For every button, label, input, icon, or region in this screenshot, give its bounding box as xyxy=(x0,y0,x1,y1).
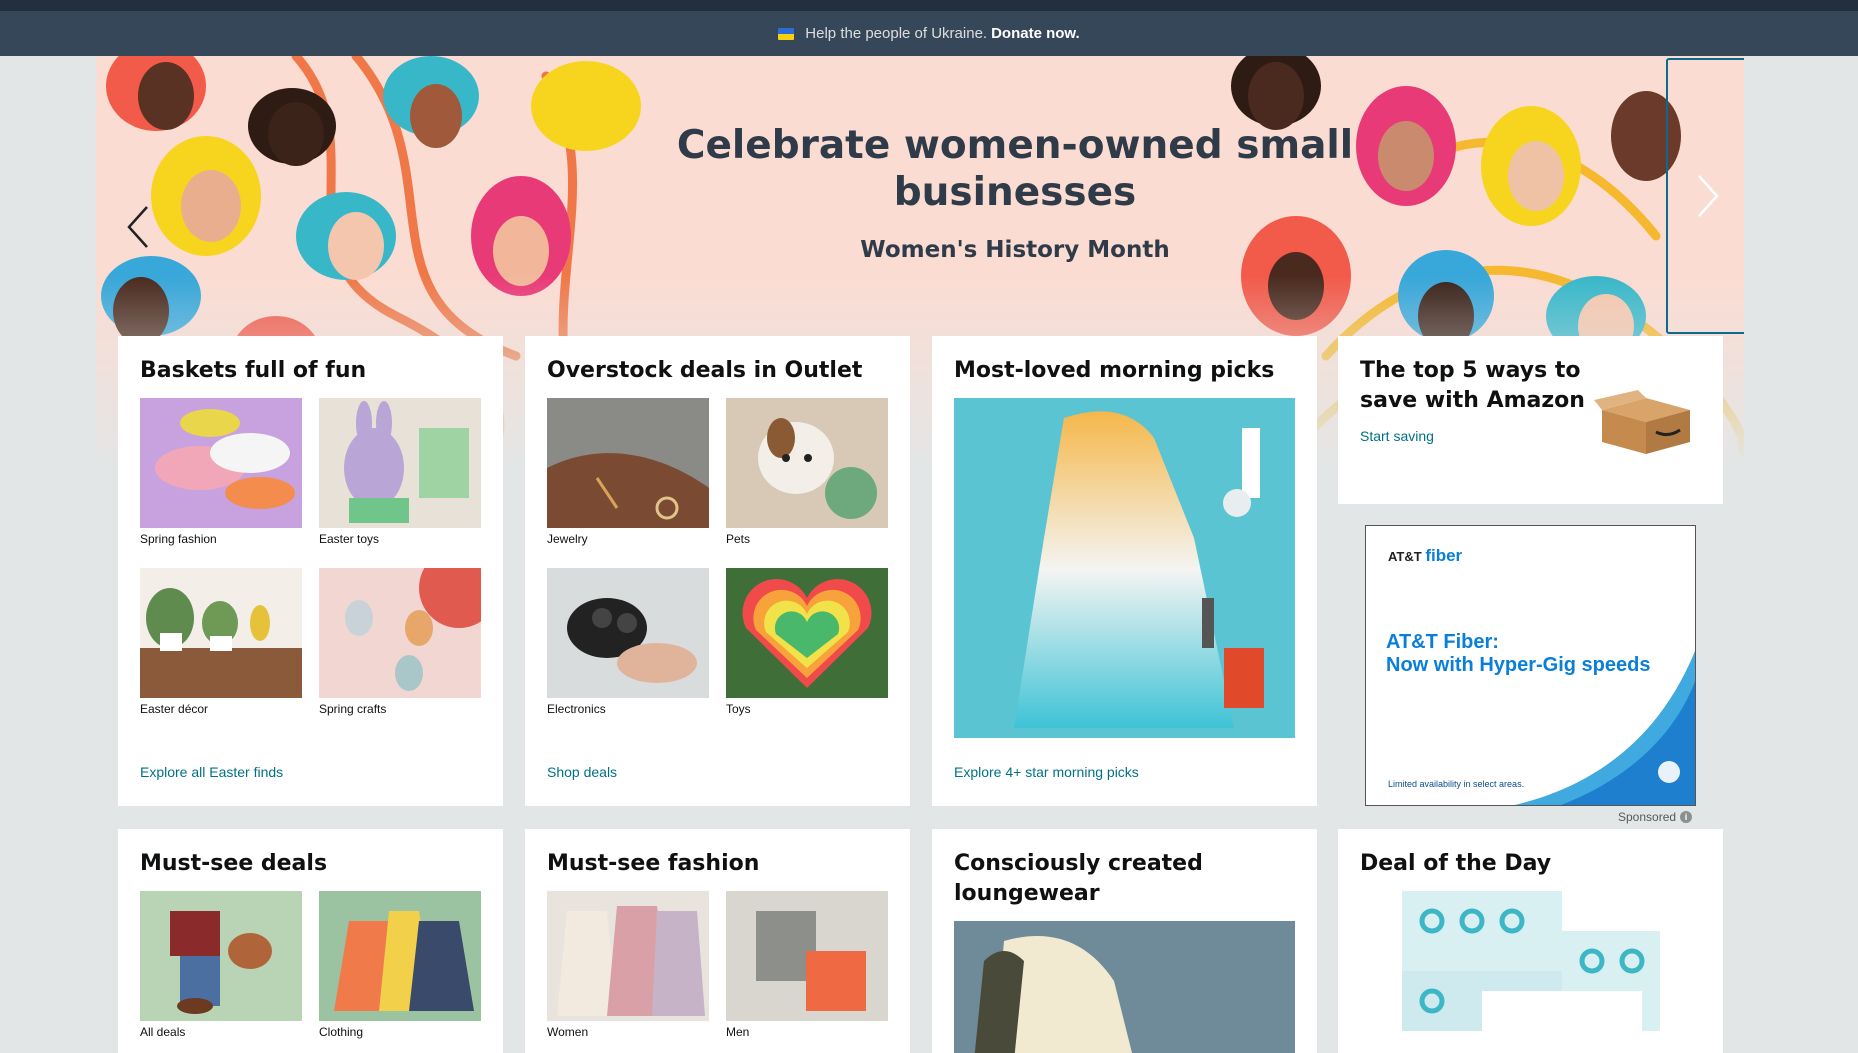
tile-caption: Easter décor xyxy=(140,702,209,716)
card-title: Overstock deals in Outlet xyxy=(547,358,863,383)
tile-toys[interactable]: Toys xyxy=(726,568,888,718)
tile-caption: Pets xyxy=(726,532,751,546)
ukraine-banner: Help the people of Ukraine. Donate now. xyxy=(0,11,1858,56)
amazon-box-icon xyxy=(1594,390,1690,454)
tile-easter-decor[interactable]: Easter décor xyxy=(140,568,302,718)
card-title: Most-loved morning picks xyxy=(954,358,1275,383)
tile-caption: Jewelry xyxy=(547,532,588,546)
clothing-image xyxy=(319,891,481,1021)
tile-caption: Men xyxy=(726,1025,750,1039)
spring-crafts-image xyxy=(319,568,481,698)
chevron-right-icon xyxy=(1698,175,1719,217)
card-title: Must-see deals xyxy=(140,851,328,876)
tile-spring-fashion[interactable]: Spring fashion xyxy=(140,398,302,548)
tile-caption: Electronics xyxy=(547,702,606,716)
tile-caption: Spring fashion xyxy=(140,532,217,546)
easter-toys-image xyxy=(319,398,481,528)
tile-easter-toys[interactable]: Easter toys xyxy=(319,398,481,548)
tile-clothing[interactable]: Clothing xyxy=(319,891,481,1041)
chevron-left-icon xyxy=(127,206,148,248)
top-nav-strip xyxy=(0,0,1858,11)
card-title: Baskets full of fun xyxy=(140,358,367,383)
tile-caption: Women xyxy=(547,1025,589,1039)
tile-caption: Clothing xyxy=(319,1025,364,1039)
tile-men[interactable]: Men xyxy=(726,891,888,1041)
hero-title: Celebrate women-owned small businesses xyxy=(676,123,1354,215)
card-title: Deal of the Day xyxy=(1360,851,1552,876)
spring-fashion-image xyxy=(140,398,302,528)
tile-caption: Easter toys xyxy=(319,532,380,546)
ad-headline: AT&T Fiber: Now with Hyper-Gig speeds xyxy=(1386,631,1651,676)
att-logo: AT&T fiber xyxy=(1388,546,1463,565)
tile-all-deals[interactable]: All deals xyxy=(140,891,302,1041)
card-outlet: Overstock deals in Outlet Jewelry Pets E… xyxy=(525,336,910,806)
card-deal-of-day: Deal of the Day xyxy=(1338,829,1723,1053)
tile-pets[interactable]: Pets xyxy=(726,398,888,548)
tile-caption: Toys xyxy=(726,702,751,716)
card-title: Consciously created loungewear xyxy=(954,851,1203,906)
men-image xyxy=(726,891,888,1021)
pets-image xyxy=(726,398,888,528)
women-image xyxy=(547,891,709,1021)
loungewear-image[interactable] xyxy=(954,921,1295,1053)
carousel-next-button[interactable] xyxy=(1666,58,1744,334)
easter-decor-image xyxy=(140,568,302,698)
tile-caption: All deals xyxy=(140,1025,186,1039)
info-icon: i xyxy=(1680,811,1693,823)
explore-morning-link[interactable]: Explore 4+ star morning picks xyxy=(954,764,1139,780)
donate-link[interactable]: Donate now. xyxy=(991,25,1080,42)
tile-women[interactable]: Women xyxy=(547,891,709,1041)
card-morning-picks: Most-loved morning picks Explore 4+ star… xyxy=(932,336,1317,806)
card-baskets: Baskets full of fun Spring fashion Easte… xyxy=(118,336,503,806)
morning-picks-image[interactable] xyxy=(954,398,1295,738)
att-globe-icon xyxy=(1658,761,1680,783)
banner-message: Help the people of Ukraine. xyxy=(805,25,988,42)
start-saving-link[interactable]: Start saving xyxy=(1360,428,1434,444)
ukraine-flag-icon xyxy=(778,27,795,40)
toys-image xyxy=(726,568,888,698)
card-save-amazon: The top 5 ways to save with Amazon Start… xyxy=(1338,336,1723,504)
tile-jewelry[interactable]: Jewelry xyxy=(547,398,709,548)
tile-electronics[interactable]: Electronics xyxy=(547,568,709,718)
card-must-see-deals: Must-see deals All deals Clothing xyxy=(118,829,503,1053)
hero-subtitle: Women's History Month xyxy=(860,237,1170,263)
deal-of-day-image[interactable] xyxy=(1402,891,1660,1031)
sponsored-label[interactable]: Sponsored i xyxy=(1618,810,1693,824)
all-deals-image xyxy=(140,891,302,1021)
shop-deals-link[interactable]: Shop deals xyxy=(547,764,617,780)
card-title: The top 5 ways to save with Amazon xyxy=(1360,358,1585,413)
card-loungewear: Consciously created loungewear xyxy=(932,829,1317,1053)
carousel-prev-button[interactable] xyxy=(108,172,168,282)
explore-easter-link[interactable]: Explore all Easter finds xyxy=(140,764,283,780)
card-must-see-fashion: Must-see fashion Women Men xyxy=(525,829,910,1053)
card-title: Must-see fashion xyxy=(547,851,760,876)
tile-caption: Spring crafts xyxy=(319,702,387,716)
jewelry-image xyxy=(547,398,709,528)
tile-spring-crafts[interactable]: Spring crafts xyxy=(319,568,481,718)
att-fiber-ad[interactable]: AT&T fiber AT&T Fiber: Now with Hyper-Gi… xyxy=(1365,525,1696,806)
electronics-image xyxy=(547,568,709,698)
ad-disclaimer: Limited availability in select areas. xyxy=(1388,779,1525,789)
